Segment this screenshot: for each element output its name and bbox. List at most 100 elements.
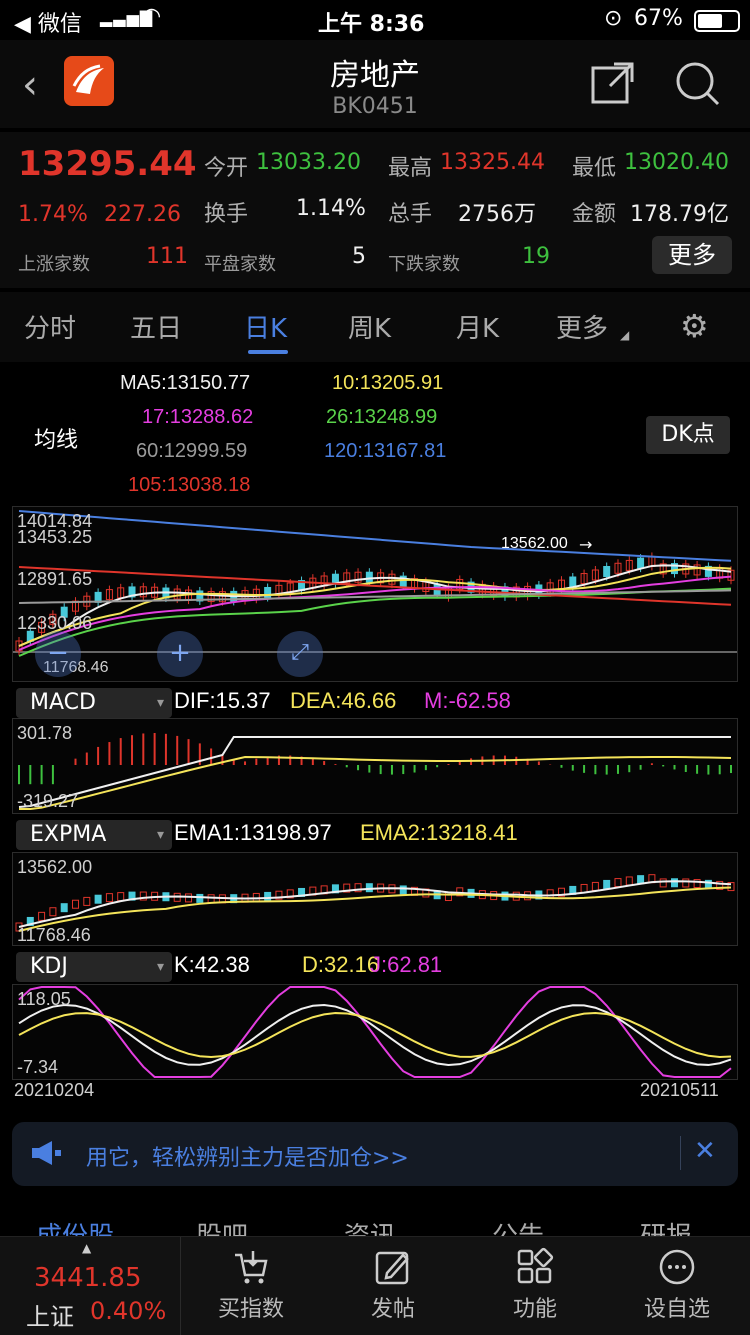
- share-icon[interactable]: [590, 60, 636, 110]
- tab-weekly-k[interactable]: 周K: [348, 308, 391, 345]
- ma5-value: MA5:13150.77: [120, 372, 251, 394]
- more-button[interactable]: 更多: [652, 236, 732, 274]
- kline-axis-label: 12891.65: [17, 569, 93, 589]
- add-watchlist-button[interactable]: 设自选: [606, 1237, 748, 1335]
- sector-code: BK0451: [332, 94, 418, 119]
- section-tabs: 成份股 股吧 资讯 公告 研报: [0, 1212, 750, 1236]
- search-icon[interactable]: [674, 60, 722, 112]
- megaphone-icon: [30, 1138, 64, 1172]
- tab-forum[interactable]: 股吧: [196, 1216, 248, 1236]
- index-percent: 0.40%: [90, 1297, 167, 1325]
- tab-announcements[interactable]: 公告: [492, 1216, 544, 1236]
- ma105-value: 105:13038.18: [128, 474, 251, 496]
- kdj-d: D:32.16: [302, 952, 380, 977]
- expma-candle: [365, 883, 373, 893]
- kdj-axis-bottom: -7.34: [17, 1057, 59, 1077]
- active-tab-indicator: [248, 350, 288, 354]
- expma-candle: [659, 878, 667, 888]
- open-label: 今开: [204, 156, 249, 181]
- macd-dif: DIF:15.37: [174, 688, 271, 713]
- high-arrow-icon: →: [579, 535, 593, 554]
- expma-candle: [105, 893, 113, 903]
- low-value: 13020.40: [624, 150, 729, 175]
- expma-canvas: [15, 874, 735, 932]
- expma-ema2: EMA2:13218.41: [360, 820, 518, 845]
- functions-button[interactable]: 功能: [464, 1237, 606, 1335]
- amount-value: 178.79亿: [630, 202, 729, 227]
- expma-candle: [207, 894, 215, 904]
- zoom-out-icon[interactable]: −: [35, 631, 81, 677]
- open-value: 13033.20: [256, 150, 361, 175]
- bottom-toolbar: ▲ 3441.85 上证 0.40% 买指数 发帖 功能 设自选: [0, 1236, 750, 1335]
- ma60-value: 60:12999.59: [136, 440, 248, 462]
- clock: 上午 8:36: [318, 12, 425, 37]
- fullscreen-icon[interactable]: ⤢: [277, 631, 323, 677]
- add-watchlist-label: 设自选: [643, 1297, 710, 1322]
- kdj-k: K:42.38: [174, 952, 250, 977]
- expma-chart[interactable]: 13562.00 11768.46: [12, 852, 738, 946]
- tab-five-day[interactable]: 五日: [130, 308, 182, 345]
- macd-chart[interactable]: 301.78 -319.27: [12, 718, 738, 814]
- buy-index-button[interactable]: 买指数: [180, 1237, 322, 1335]
- tab-research[interactable]: 研报: [640, 1216, 692, 1236]
- promo-banner[interactable]: 用它，轻松辨别主力是否加仓>> ✕: [12, 1122, 738, 1186]
- settings-gear-icon[interactable]: ⚙: [680, 310, 709, 342]
- index-ticker[interactable]: ▲ 3441.85 上证 0.40%: [0, 1237, 181, 1335]
- flat-count: 5: [352, 244, 366, 269]
- expma-candle: [196, 893, 204, 903]
- tab-daily-k[interactable]: 日K: [244, 308, 287, 345]
- high-label: 最高: [388, 156, 433, 181]
- change-percent: 1.74%: [18, 202, 88, 227]
- candle-body: [569, 576, 577, 588]
- battery-icon: [694, 10, 740, 32]
- date-start: 20210204: [14, 1080, 95, 1100]
- grid-icon: [464, 1247, 606, 1291]
- tab-constituents[interactable]: 成份股: [36, 1216, 114, 1236]
- tab-intraday[interactable]: 分时: [24, 308, 76, 345]
- expma-axis-top: 13562.00: [17, 857, 93, 877]
- ma10-line: [18, 566, 732, 647]
- tab-more[interactable]: 更多: [556, 308, 608, 345]
- banner-text: 用它，轻松辨别主力是否加仓>>: [86, 1146, 409, 1171]
- ma17-value: 17:13288.62: [142, 406, 254, 428]
- ma-label: 均线: [34, 428, 79, 453]
- turnover-label: 换手: [204, 202, 249, 227]
- kline-high-annotation: 13562.00: [501, 535, 568, 552]
- kdj-selector[interactable]: KDJ: [16, 952, 172, 982]
- high-value: 13325.44: [440, 150, 545, 175]
- cart-icon: [180, 1247, 322, 1291]
- index-value: 3441.85: [34, 1263, 142, 1293]
- tab-news[interactable]: 资讯: [344, 1216, 396, 1236]
- expma-candle: [264, 891, 272, 901]
- turnover-value: 1.14%: [296, 196, 366, 221]
- dk-point-button[interactable]: DK点: [646, 416, 730, 454]
- expma-ema1: EMA1:13198.97: [174, 820, 332, 845]
- quote-panel: 13295.44 1.74% 227.26 今开 13033.20 最高 133…: [0, 132, 750, 288]
- ma-legend: 均线 MA5:13150.77 10:13205.91 17:13288.62 …: [0, 362, 750, 502]
- banner-divider: [680, 1136, 681, 1170]
- macd-selector[interactable]: MACD: [16, 688, 172, 718]
- ma120-line: [18, 510, 732, 562]
- low-label: 最低: [572, 156, 617, 181]
- kdj-j: J:62.81: [370, 952, 443, 977]
- nav-header: ‹ 房地产 BK0451: [0, 40, 750, 128]
- up-count-label: 上涨家数: [18, 254, 90, 275]
- expma-candle: [603, 879, 611, 889]
- carrier-label: ◀ 微信: [14, 12, 82, 37]
- kdj-chart[interactable]: 118.05 -7.34: [12, 984, 738, 1080]
- down-count: 19: [522, 244, 550, 269]
- macd-dea: DEA:46.66: [290, 688, 397, 713]
- flat-count-label: 平盘家数: [204, 254, 276, 275]
- candle-body: [365, 571, 373, 583]
- kline-chart[interactable]: 14014.84 13453.25 12891.65 12330.06 1176…: [12, 506, 738, 682]
- ema2-line: [18, 886, 732, 932]
- close-icon[interactable]: ✕: [694, 1136, 716, 1166]
- expma-selector[interactable]: EXPMA: [16, 820, 172, 850]
- amount-label: 金额: [572, 202, 617, 227]
- tab-monthly-k[interactable]: 月K: [456, 308, 499, 345]
- macd-axis-bottom: -319.27: [17, 791, 79, 811]
- dea-line: [19, 756, 732, 810]
- post-button[interactable]: 发帖: [322, 1237, 464, 1335]
- macd-canvas: [18, 733, 732, 810]
- zoom-in-icon[interactable]: +: [157, 631, 203, 677]
